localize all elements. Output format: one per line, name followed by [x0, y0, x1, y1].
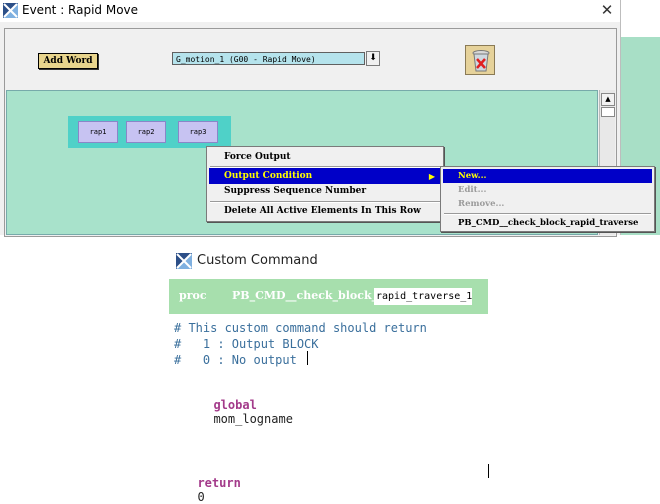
proc-keyword: proc — [179, 289, 207, 302]
close-icon[interactable]: ✕ — [598, 1, 616, 19]
menu-item-suppress-sequence-number[interactable]: Suppress Sequence Number — [209, 183, 441, 199]
menu-item-force-output[interactable]: Force Output — [209, 149, 441, 165]
word-rap1[interactable]: rap1 — [78, 121, 118, 143]
menu-item-delete-all-active-elements[interactable]: Delete All Active Elements In This Row — [209, 203, 441, 219]
code-comment-line[interactable]: # 0 : No output — [174, 353, 297, 367]
global-keyword: global — [213, 398, 257, 412]
add-word-button[interactable]: Add Word — [38, 53, 98, 69]
submenu-item-pb-cmd-check-block-rapid-traverse[interactable]: PB_CMD__check_block_rapid_traverse — [443, 216, 652, 230]
word-rap2[interactable]: rap2 — [126, 121, 166, 143]
code-return-line[interactable]: return 0 — [183, 462, 241, 504]
submenu-item-new[interactable]: New... — [443, 169, 652, 183]
dropdown-icon[interactable]: ⬇ — [366, 51, 380, 66]
submenu-item-edit[interactable]: Edit... — [443, 183, 652, 197]
submenu-item-remove[interactable]: Remove... — [443, 197, 652, 211]
code-comment-line[interactable]: # 1 : Output BLOCK — [174, 337, 319, 351]
word-rap3[interactable]: rap3 — [178, 121, 218, 143]
code-global-line[interactable]: global mom_logname — [199, 384, 293, 426]
trash-icon — [472, 50, 490, 72]
menu-separator — [444, 213, 651, 215]
proc-name-input[interactable]: rapid_traverse_1 — [374, 288, 472, 305]
event-window-title: Event : Rapid Move — [22, 3, 139, 17]
motion-select[interactable]: G_motion_1 (G00 - Rapid Move) — [172, 52, 365, 65]
custom-command-title: Custom Command — [197, 253, 318, 268]
menu-item-output-condition[interactable]: Output Condition ▶ — [209, 168, 441, 184]
global-variable: mom_logname — [213, 412, 293, 426]
text-caret — [307, 351, 308, 365]
scroll-up-icon[interactable]: ▲ — [601, 93, 615, 106]
return-value: 0 — [197, 490, 205, 504]
app-icon — [3, 3, 18, 18]
menu-item-output-condition-label: Output Condition — [224, 171, 313, 181]
app-icon — [176, 253, 192, 269]
trash-button[interactable] — [465, 45, 495, 75]
submenu-arrow-icon: ▶ — [428, 171, 435, 181]
return-keyword: return — [197, 476, 241, 490]
scroll-thumb[interactable] — [601, 107, 615, 117]
event-window-titlebar[interactable]: Event : Rapid Move — [0, 0, 620, 22]
code-comment-line[interactable]: # This custom command should return — [174, 321, 427, 335]
output-condition-submenu: New... Edit... Remove... PB_CMD__check_b… — [440, 166, 655, 232]
proc-name-prefix: PB_CMD__check_block_ — [232, 289, 378, 302]
word-row: rap1 rap2 rap3 — [68, 116, 231, 148]
text-caret — [488, 464, 489, 478]
context-menu: Force Output Output Condition ▶ Suppress… — [206, 146, 444, 222]
